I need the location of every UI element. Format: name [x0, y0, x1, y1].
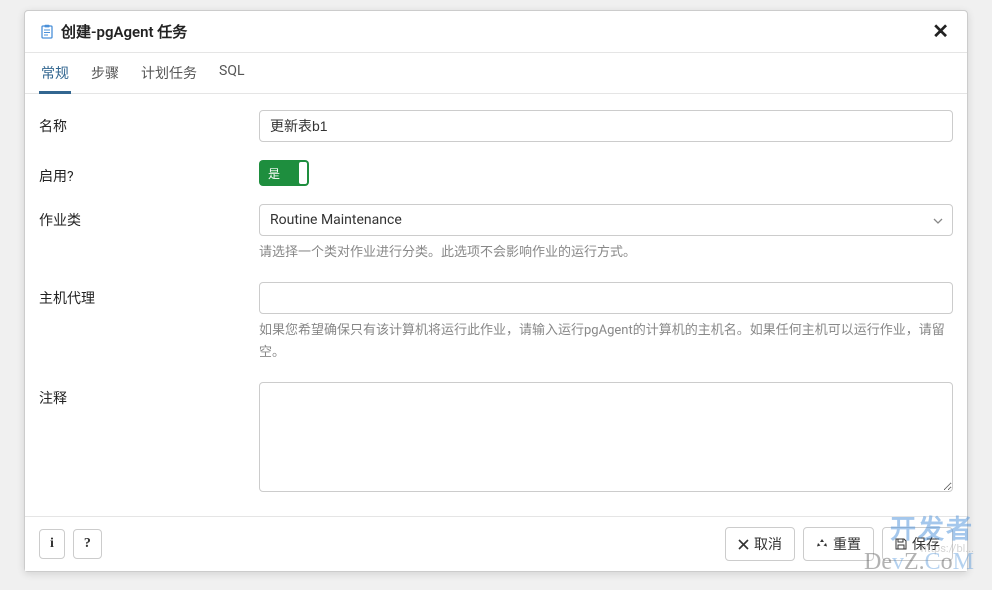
dialog-body: 名称 启用? 是 作业类 Routine Maintenance	[25, 94, 967, 516]
toggle-handle	[299, 162, 307, 184]
label-name: 名称	[39, 110, 259, 136]
label-job-class: 作业类	[39, 204, 259, 230]
tab-schedules[interactable]: 计划任务	[139, 53, 199, 94]
enabled-toggle[interactable]: 是	[259, 160, 309, 186]
save-icon	[895, 538, 907, 550]
job-class-select[interactable]: Routine Maintenance	[259, 204, 953, 236]
label-host-agent: 主机代理	[39, 282, 259, 308]
tab-sql[interactable]: SQL	[217, 53, 246, 94]
tab-general[interactable]: 常规	[39, 53, 71, 94]
cancel-label: 取消	[754, 534, 782, 554]
reset-label: 重置	[833, 534, 861, 554]
toggle-label: 是	[259, 165, 280, 182]
dialog-footer: i ? 取消 重置 保存	[25, 516, 967, 571]
reset-button[interactable]: 重置	[803, 527, 874, 561]
dialog-header: 创建-pgAgent 任务 ✕	[25, 11, 967, 53]
clipboard-icon	[39, 24, 55, 40]
help-job-class: 请选择一个类对作业进行分类。此选项不会影响作业的运行方式。	[259, 242, 953, 264]
save-button[interactable]: 保存	[882, 527, 953, 561]
create-pgagent-job-dialog: 创建-pgAgent 任务 ✕ 常规 步骤 计划任务 SQL 名称 启用? 是	[24, 10, 968, 572]
label-enabled: 启用?	[39, 160, 259, 186]
label-comment: 注释	[39, 382, 259, 408]
row-host-agent: 主机代理	[39, 282, 953, 314]
host-agent-input[interactable]	[259, 282, 953, 314]
dialog-title: 创建-pgAgent 任务	[61, 21, 187, 42]
help-host-agent: 如果您希望确保只有该计算机将运行此作业，请输入运行pgAgent的计算机的主机名…	[259, 320, 953, 364]
help-button[interactable]: ?	[73, 529, 102, 559]
tab-steps[interactable]: 步骤	[89, 53, 121, 94]
job-class-value: Routine Maintenance	[259, 204, 953, 236]
close-button[interactable]: ✕	[928, 22, 953, 42]
row-enabled: 启用? 是	[39, 160, 953, 186]
name-input[interactable]	[259, 110, 953, 142]
close-icon: ✕	[932, 21, 949, 43]
row-name: 名称	[39, 110, 953, 142]
tabs: 常规 步骤 计划任务 SQL	[25, 53, 967, 94]
dialog-title-wrap: 创建-pgAgent 任务	[39, 21, 187, 42]
comment-textarea[interactable]	[259, 382, 953, 492]
question-icon: ?	[84, 536, 91, 552]
row-job-class: 作业类 Routine Maintenance	[39, 204, 953, 236]
row-comment: 注释	[39, 382, 953, 496]
cancel-button[interactable]: 取消	[725, 527, 795, 561]
info-icon: i	[50, 536, 54, 552]
save-label: 保存	[912, 534, 940, 554]
info-button[interactable]: i	[39, 529, 65, 559]
recycle-icon	[816, 538, 828, 550]
x-icon	[738, 539, 749, 550]
